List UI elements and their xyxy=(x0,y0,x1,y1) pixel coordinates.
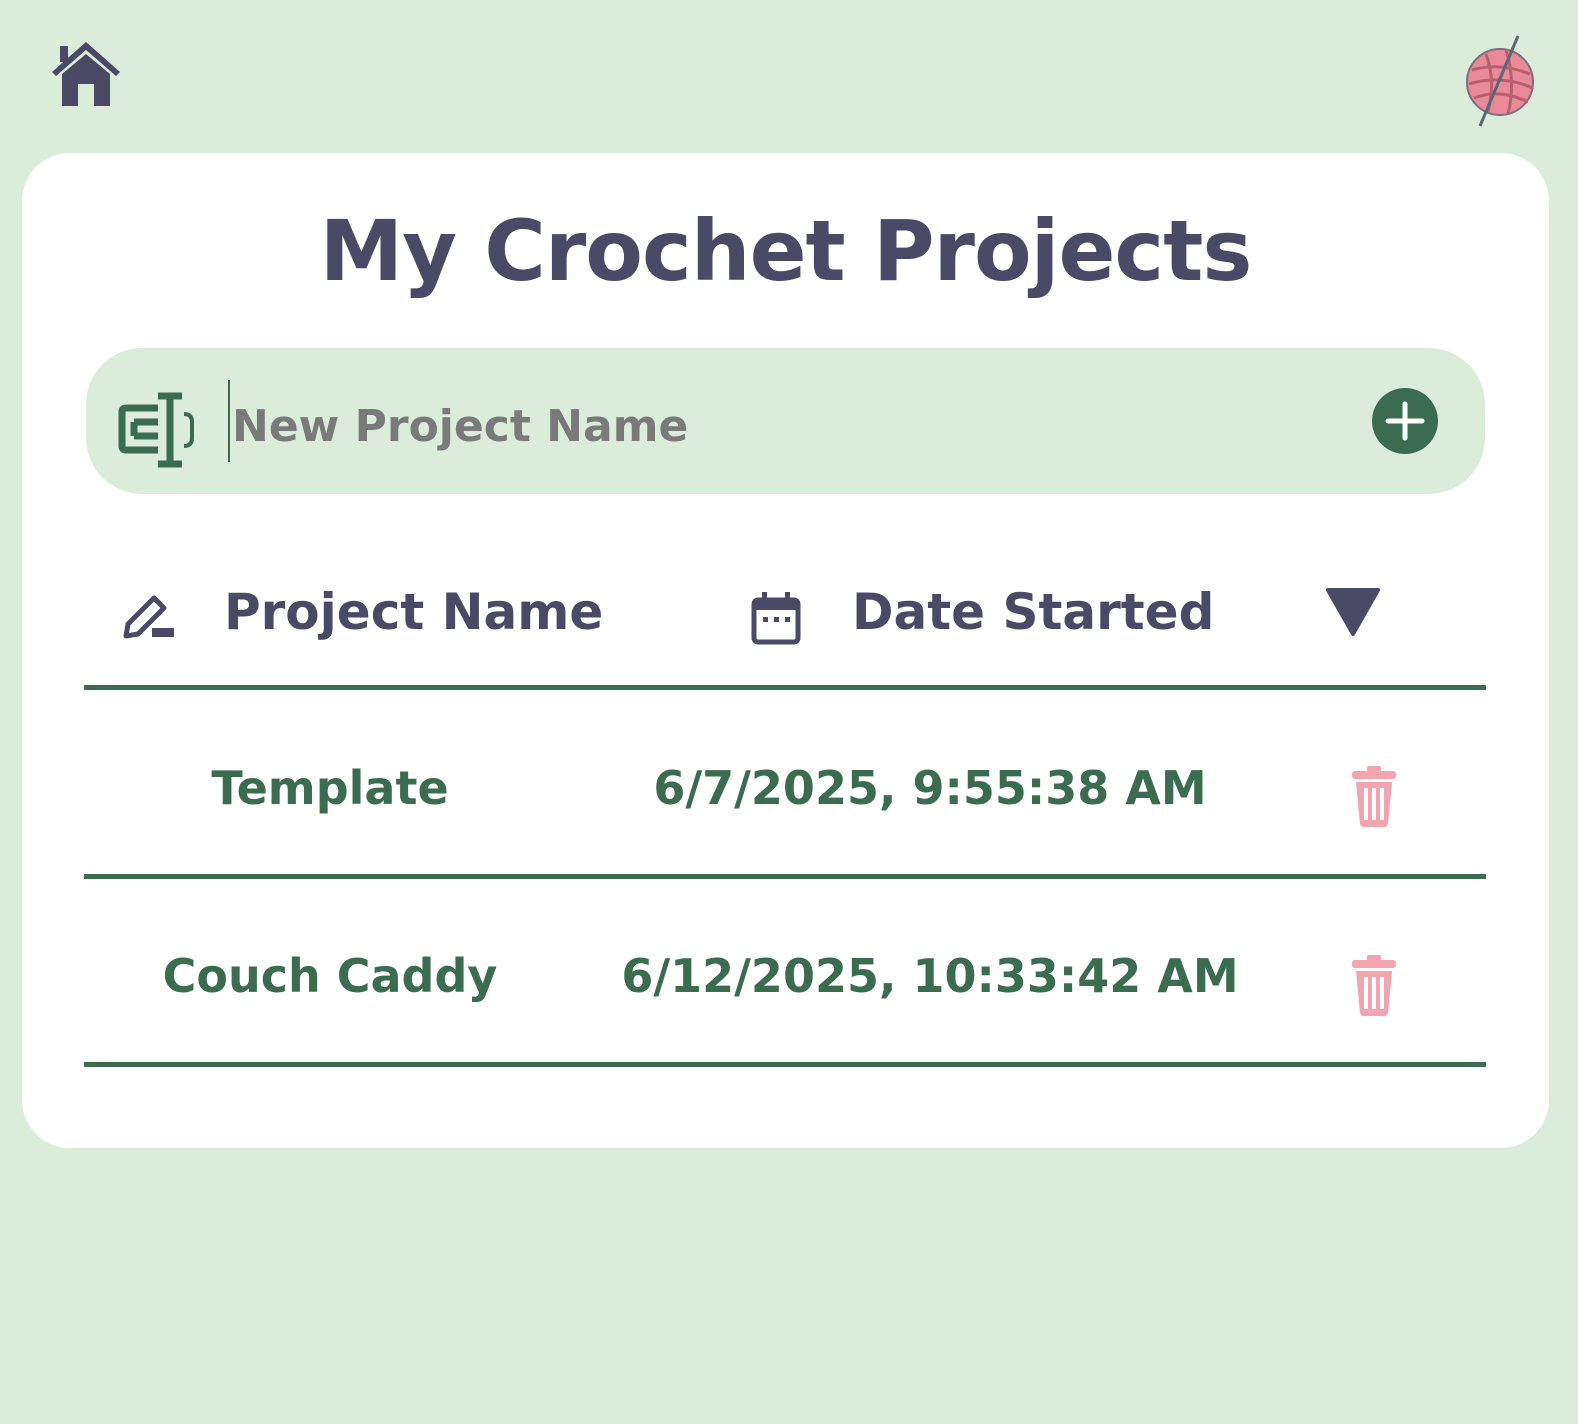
home-icon[interactable] xyxy=(50,38,122,110)
delete-project-button[interactable] xyxy=(1350,764,1398,828)
text-input-icon xyxy=(118,392,198,468)
header-divider xyxy=(84,685,1486,690)
add-project-button[interactable] xyxy=(1372,388,1438,454)
pencil-icon xyxy=(122,594,176,640)
new-project-name-input[interactable] xyxy=(232,386,1352,466)
calendar-icon xyxy=(750,590,804,646)
trash-icon xyxy=(1352,955,1396,1016)
plus-circle-icon xyxy=(1385,401,1425,441)
column-header-date-started[interactable]: Date Started xyxy=(852,582,1214,642)
sort-toggle-button[interactable] xyxy=(1322,586,1384,638)
trash-icon xyxy=(1352,766,1396,827)
project-date-cell: 6/12/2025, 10:33:42 AM xyxy=(621,949,1239,1003)
row-divider xyxy=(84,1062,1486,1067)
project-name-cell[interactable]: Couch Caddy xyxy=(130,948,530,1004)
yarn-ball-icon[interactable] xyxy=(1460,32,1542,128)
page-title: My Crochet Projects xyxy=(319,202,1253,300)
row-divider xyxy=(84,874,1486,879)
project-name-cell[interactable]: Template xyxy=(130,760,530,816)
column-header-project-name[interactable]: Project Name xyxy=(224,582,603,642)
text-cursor xyxy=(228,380,230,462)
delete-project-button[interactable] xyxy=(1350,953,1398,1017)
project-date-cell: 6/7/2025, 9:55:38 AM xyxy=(653,761,1207,815)
triangle-down-icon xyxy=(1326,588,1380,636)
